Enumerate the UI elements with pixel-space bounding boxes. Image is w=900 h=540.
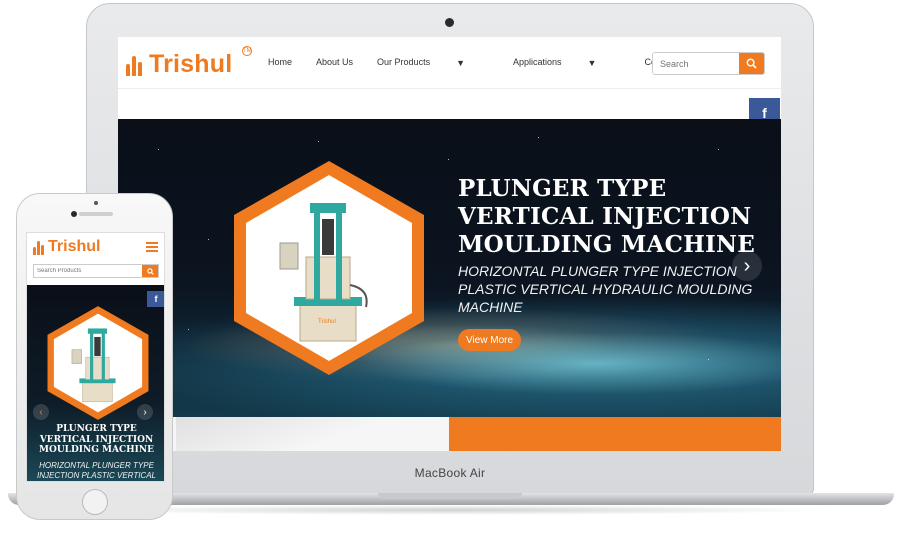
below-hero-strip xyxy=(118,417,781,451)
mobile-search-button[interactable] xyxy=(142,265,158,277)
laptop-camera xyxy=(445,18,454,27)
logo-text: Trishul xyxy=(149,50,233,78)
mobile-site: Trishul f xyxy=(26,232,165,482)
laptop-shadow xyxy=(60,505,840,515)
laptop-notch xyxy=(378,493,522,499)
phone-speaker xyxy=(79,212,113,216)
grey-panel xyxy=(176,417,446,451)
desktop-site: Trishul TM Home About Us Our Products ▼ A… xyxy=(118,37,781,451)
machine-image: Trishul xyxy=(234,161,424,375)
hero-subtitle: HORIZONTAL PLUNGER TYPE INJECTION PLASTI… xyxy=(458,263,753,315)
svg-text:Trishul: Trishul xyxy=(318,319,336,325)
chevron-down-icon: ▼ xyxy=(456,57,465,68)
flame-logo-icon xyxy=(126,54,144,76)
mobile-slider-prev-button[interactable]: ‹ xyxy=(33,404,49,420)
nav-about[interactable]: About Us xyxy=(316,57,353,68)
site-logo[interactable]: Trishul TM xyxy=(126,46,252,79)
mobile-logo[interactable]: Trishul xyxy=(33,238,100,256)
device-label: MacBook Air xyxy=(414,466,486,480)
phone-sensor xyxy=(94,201,98,205)
search-box xyxy=(652,52,765,75)
hero-title: PLUNGER TYPE VERTICAL INJECTION MOULDING… xyxy=(458,175,755,258)
phone-camera xyxy=(71,211,77,217)
mobile-hero-slider: f ‹ › PLUNGER TYPE VERTICAL INJECTION MO… xyxy=(27,285,164,481)
hamburger-menu-icon[interactable] xyxy=(146,242,158,254)
mobile-hero-subtitle: HORIZONTAL PLUNGER TYPE INJECTION PLASTI… xyxy=(37,461,156,480)
trademark-badge: TM xyxy=(242,46,252,56)
nav-products-label: Our Products xyxy=(377,57,431,67)
nav-home[interactable]: Home xyxy=(268,57,292,68)
mobile-machine-image xyxy=(47,306,149,420)
search-icon xyxy=(746,58,757,69)
mobile-search-box xyxy=(33,264,159,278)
chevron-down-icon: ▼ xyxy=(587,57,597,68)
chevron-left-icon: ‹ xyxy=(39,406,43,418)
hero-slider: Trishul PLUNGER TYPE VERTICAL INJECTION … xyxy=(118,119,781,417)
view-more-button[interactable]: View More xyxy=(458,329,521,351)
chevron-right-icon: › xyxy=(743,254,751,277)
phone-home-button[interactable] xyxy=(82,489,108,515)
site-header: Trishul TM Home About Us Our Products ▼ A… xyxy=(118,37,781,89)
product-hexagon: Trishul xyxy=(230,157,428,379)
flame-logo-icon xyxy=(33,240,45,255)
mobile-product-hexagon xyxy=(45,304,151,422)
mobile-logo-text: Trishul xyxy=(48,238,101,255)
main-nav: Home About Us Our Products ▼ Applications… xyxy=(268,57,711,68)
orange-panel xyxy=(449,417,781,451)
search-input[interactable] xyxy=(653,53,739,74)
mobile-hero-title: PLUNGER TYPE VERTICAL INJECTION MOULDING… xyxy=(39,424,154,455)
mobile-search-input[interactable] xyxy=(34,265,143,277)
nav-applications[interactable]: Applications ▼ xyxy=(513,57,620,68)
chevron-right-icon: › xyxy=(143,406,147,418)
mobile-slider-next-button[interactable]: › xyxy=(137,404,153,420)
search-button[interactable] xyxy=(739,53,764,74)
nav-applications-label: Applications xyxy=(513,57,562,67)
search-icon xyxy=(146,267,154,275)
nav-products[interactable]: Our Products ▼ xyxy=(377,57,489,68)
phone-frame: Trishul f xyxy=(16,193,173,520)
slider-next-button[interactable]: › xyxy=(732,251,762,281)
